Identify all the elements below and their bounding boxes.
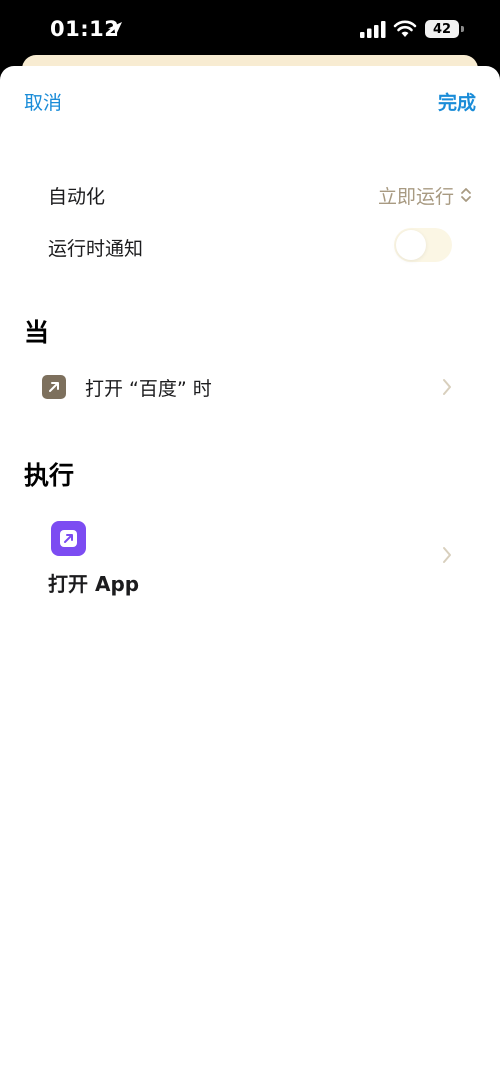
open-app-trigger-icon <box>42 375 66 399</box>
battery-icon: 42 <box>425 20 459 38</box>
automation-sheet: 取消 完成 自动化 立即运行 运行时通知 当 打开 “百度” 时 执行 打开 A… <box>0 66 500 1065</box>
toggle-knob <box>396 230 426 260</box>
battery-cap <box>461 26 464 32</box>
open-app-action-icon <box>51 521 86 556</box>
notify-when-run-label: 运行时通知 <box>48 238 144 260</box>
done-button[interactable]: 完成 <box>438 88 476 115</box>
signal-icon <box>360 21 386 38</box>
trigger-description[interactable]: 打开 “百度” 时 <box>85 374 212 401</box>
battery-level: 42 <box>432 21 452 37</box>
chevron-up-down-icon[interactable] <box>459 185 473 205</box>
chevron-right-icon[interactable] <box>442 546 452 564</box>
location-arrow-icon <box>108 22 122 36</box>
automation-run-mode-value[interactable]: 立即运行 <box>378 182 454 209</box>
when-section-title: 当 <box>24 318 50 347</box>
automation-label: 自动化 <box>48 186 106 208</box>
status-bar: 01:12 42 <box>0 0 500 60</box>
do-section-title: 执行 <box>24 461 75 490</box>
wifi-icon <box>393 20 417 37</box>
notify-toggle[interactable] <box>394 228 452 262</box>
cancel-button[interactable]: 取消 <box>24 88 62 115</box>
chevron-right-icon[interactable] <box>442 378 452 396</box>
action-description[interactable]: 打开 App <box>48 568 139 597</box>
